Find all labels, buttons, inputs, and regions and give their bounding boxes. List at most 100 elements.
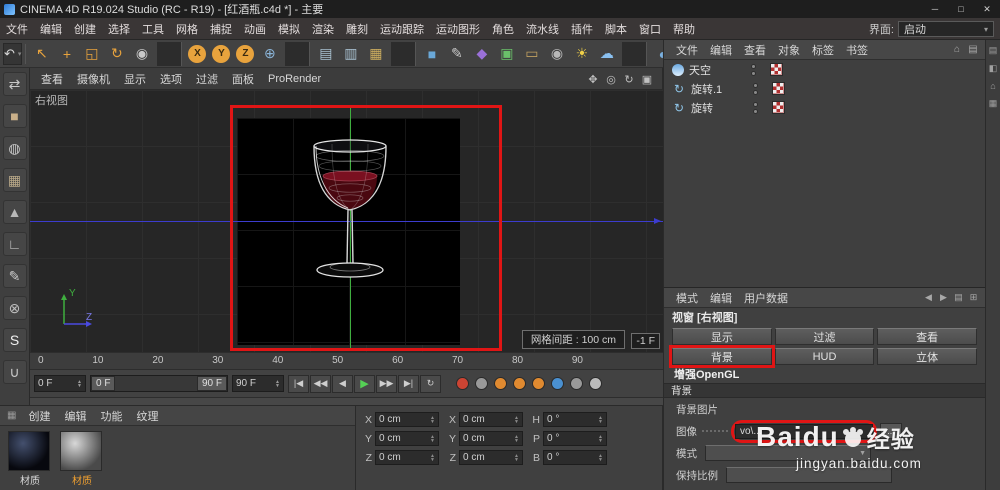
minimize-button[interactable]: ─	[922, 0, 948, 18]
menubar-item[interactable]: 流水线	[520, 21, 565, 37]
interface-select[interactable]: 启动 ▾	[898, 21, 994, 37]
render-picture-viewer-icon[interactable]: ▥	[338, 42, 363, 66]
menubar-item[interactable]: 运动图形	[430, 21, 486, 37]
undo-button[interactable]: ↶ ▾	[3, 42, 23, 65]
material-thumbnail[interactable]	[8, 431, 50, 471]
texture-tag-icon[interactable]	[772, 101, 785, 114]
tab-display[interactable]: 显示	[672, 328, 772, 345]
zoom-view-icon[interactable]: ◎	[602, 71, 620, 87]
goto-end-button[interactable]: ▶|	[398, 374, 419, 393]
keyframe-position-icon[interactable]	[494, 377, 507, 390]
material-thumbnail[interactable]	[60, 431, 102, 471]
stacked-cubes-icon[interactable]: ▦	[2, 168, 27, 192]
autokey-icon[interactable]	[475, 377, 488, 390]
browse-button[interactable]: ...	[880, 423, 902, 439]
object-manager-menu-item[interactable]: 书签	[840, 42, 874, 58]
menubar-item[interactable]: 插件	[565, 21, 599, 37]
material-item-selected[interactable]: 材质	[60, 431, 104, 487]
history-icon[interactable]: ▤	[951, 292, 966, 303]
spinner-icon[interactable]: ▲ ▼	[275, 379, 280, 388]
end-frame-field[interactable]: 90 F ▲ ▼	[232, 375, 284, 392]
prev-key-button[interactable]: ◀◀	[310, 374, 331, 393]
range-end-handle[interactable]: 90 F	[196, 376, 227, 391]
image-path-field[interactable]: vo\...	[735, 423, 873, 439]
menubar-item[interactable]: 渲染	[306, 21, 340, 37]
position-x-field[interactable]: 0 cm ▲ ▼	[375, 412, 439, 427]
menubar-item[interactable]: 网格	[170, 21, 204, 37]
rotate-tool-icon[interactable]: ↻	[104, 42, 129, 66]
lock-y-axis-icon[interactable]: Y	[212, 44, 231, 63]
lock-x-axis-icon[interactable]: X	[188, 44, 207, 63]
close-button[interactable]: ✕	[974, 0, 1000, 18]
back-icon[interactable]: ◀	[921, 292, 936, 303]
maximize-button[interactable]: □	[948, 0, 974, 18]
point-level-animation-icon[interactable]	[570, 377, 583, 390]
keep-ratio-field[interactable]	[726, 467, 892, 483]
home-icon[interactable]: ⌂	[949, 44, 965, 55]
timeline-ruler[interactable]: 0 10 20 30 40 50 60 70 80 90	[30, 352, 663, 370]
texture-tag-icon[interactable]	[770, 63, 783, 76]
menubar-item[interactable]: 模拟	[272, 21, 306, 37]
size-y-field[interactable]: 0 cm ▲ ▼	[459, 431, 523, 446]
tab-enhanced-opengl[interactable]: 增强OpenGL	[664, 365, 985, 383]
loop-button[interactable]: ↻	[420, 374, 441, 393]
tab-back[interactable]: 背景	[669, 345, 775, 368]
menubar-item[interactable]: 帮助	[667, 21, 701, 37]
play-button[interactable]: ▶	[354, 374, 375, 393]
rotate-view-icon[interactable]: ↻	[620, 71, 638, 87]
panel-tab-icon[interactable]: ▤	[989, 45, 998, 56]
pin-icon[interactable]: ⊞	[966, 292, 981, 303]
render-settings-icon[interactable]: ▦	[363, 42, 388, 66]
record-keyframe-icon[interactable]	[456, 377, 469, 390]
tab-filter[interactable]: 过滤	[774, 328, 875, 345]
viewport-menu-item[interactable]: 面板	[225, 71, 261, 87]
range-start-handle[interactable]: 0 F	[91, 376, 116, 391]
cone-primitive-icon[interactable]: ▲	[2, 200, 27, 224]
materials-menu-item[interactable]: 纹理	[129, 408, 165, 424]
viewport-menu-item[interactable]: 过滤	[189, 71, 225, 87]
position-z-field[interactable]: 0 cm ▲ ▼	[375, 450, 439, 465]
viewport-menu-item[interactable]: 查看	[34, 71, 70, 87]
lock-z-axis-icon[interactable]: Z	[236, 44, 255, 63]
viewport-menu-item[interactable]: 摄像机	[70, 71, 117, 87]
menubar-item[interactable]: 动画	[238, 21, 272, 37]
convert-selection-icon[interactable]: ⇄	[2, 72, 27, 96]
menubar-item[interactable]: 文件	[0, 21, 34, 37]
visibility-dots[interactable]	[753, 82, 758, 95]
materials-menu-item[interactable]: 创建	[21, 408, 57, 424]
add-cube-icon[interactable]: ■	[419, 42, 444, 66]
last-tool-icon[interactable]: ◉	[129, 42, 154, 66]
keyframe-rotation-icon[interactable]	[532, 377, 545, 390]
camera-object-icon[interactable]: ◉	[544, 42, 569, 66]
prev-frame-button[interactable]: ◀	[332, 374, 353, 393]
rotation-p-field[interactable]: 0 ° ▲ ▼	[543, 431, 607, 446]
l-extrude-icon[interactable]: ∟	[2, 232, 27, 256]
keyframe-parameter-icon[interactable]	[551, 377, 564, 390]
panel-tab-icon[interactable]: ⌂	[990, 81, 995, 91]
menubar-item[interactable]: 选择	[102, 21, 136, 37]
visibility-dots[interactable]	[753, 101, 758, 114]
menubar-item[interactable]: 编辑	[34, 21, 68, 37]
pan-view-icon[interactable]: ✥	[584, 71, 602, 87]
tab-hud[interactable]: HUD	[774, 348, 875, 365]
checker-sphere-icon[interactable]: ◍	[2, 136, 27, 160]
light-object-icon[interactable]: ☀	[569, 42, 594, 66]
axis-lock-icon[interactable]: ⊗	[2, 296, 27, 320]
object-manager-menu-item[interactable]: 对象	[772, 42, 806, 58]
viewport-menu-item[interactable]: 显示	[117, 71, 153, 87]
tab-view[interactable]: 查看	[877, 328, 977, 345]
object-manager-menu-item[interactable]: 查看	[738, 42, 772, 58]
filter-icon[interactable]: ▤	[965, 44, 981, 55]
material-item[interactable]: 材质	[8, 431, 52, 487]
viewport-menu-item[interactable]: ProRender	[261, 73, 328, 85]
tab-stereo[interactable]: 立体	[877, 348, 977, 365]
object-manager-menu-item[interactable]: 文件	[670, 42, 704, 58]
spline-pen-icon[interactable]: ✎	[2, 264, 27, 288]
viewport-menu-item[interactable]: 选项	[153, 71, 189, 87]
menubar-item[interactable]: 运动跟踪	[374, 21, 430, 37]
floor-object-icon[interactable]: ▭	[519, 42, 544, 66]
coordinate-system-icon[interactable]: ⊕	[257, 42, 282, 66]
object-manager-menu-item[interactable]: 标签	[806, 42, 840, 58]
rotation-h-field[interactable]: 0 ° ▲ ▼	[543, 412, 607, 427]
rotation-b-field[interactable]: 0 ° ▲ ▼	[543, 450, 607, 465]
